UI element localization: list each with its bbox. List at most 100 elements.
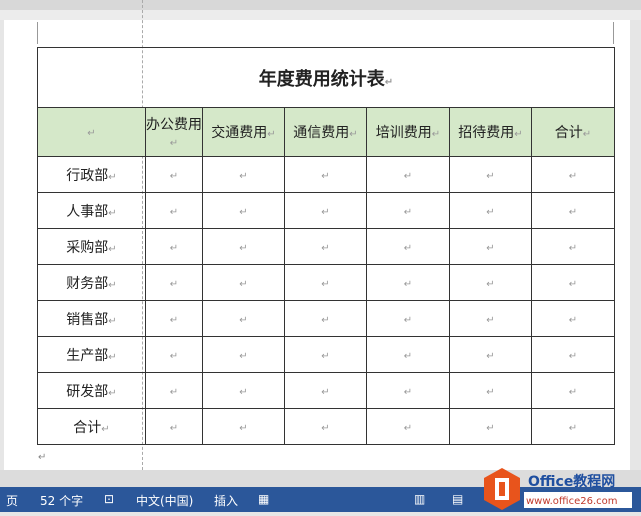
table-row: 销售部↵ ↵ ↵ ↵ ↵ ↵ ↵	[37, 300, 615, 337]
department-cell[interactable]: 研发部↵	[37, 372, 146, 409]
value-cell[interactable]: ↵	[531, 228, 615, 265]
value-cell[interactable]: ↵	[202, 192, 285, 229]
language[interactable]: 中文(中国)	[136, 492, 193, 509]
value-cell[interactable]: ↵	[449, 408, 532, 445]
value-cell[interactable]: ↵	[284, 228, 367, 265]
value-cell[interactable]: ↵	[366, 192, 450, 229]
paragraph-mark: ↵	[38, 452, 47, 463]
header-text: 交通费用	[211, 125, 268, 141]
value-cell[interactable]: ↵	[202, 156, 285, 193]
value-cell[interactable]: ↵	[531, 408, 615, 445]
department-name: 销售部	[66, 311, 109, 328]
header-text: 培训费用	[375, 125, 432, 141]
header-cell[interactable]: ↵	[37, 107, 146, 157]
value-cell[interactable]: ↵	[145, 264, 203, 301]
value-cell[interactable]: ↵	[202, 336, 285, 373]
department-name: 财务部	[66, 275, 109, 292]
department-cell[interactable]: 行政部↵	[37, 156, 146, 193]
value-cell[interactable]: ↵	[449, 300, 532, 337]
horizontal-ruler[interactable]	[0, 0, 641, 10]
value-cell[interactable]: ↵	[366, 300, 450, 337]
value-cell[interactable]: ↵	[145, 300, 203, 337]
value-cell[interactable]: ↵	[531, 192, 615, 229]
header-cell[interactable]: 招待费用↵	[449, 107, 532, 157]
header-cell[interactable]: 培训费用↵	[366, 107, 450, 157]
word-count[interactable]: 52 个字	[40, 492, 83, 509]
department-name: 行政部	[66, 167, 109, 184]
value-cell[interactable]: ↵	[284, 300, 367, 337]
value-cell[interactable]: ↵	[284, 156, 367, 193]
value-cell[interactable]: ↵	[531, 372, 615, 409]
table-row: 合计↵ ↵ ↵ ↵ ↵ ↵ ↵	[37, 408, 615, 445]
value-cell[interactable]: ↵	[284, 336, 367, 373]
value-cell[interactable]: ↵	[449, 336, 532, 373]
value-cell[interactable]: ↵	[202, 408, 285, 445]
value-cell[interactable]: ↵	[145, 156, 203, 193]
value-cell[interactable]: ↵	[531, 264, 615, 301]
value-cell[interactable]: ↵	[284, 408, 367, 445]
value-cell[interactable]: ↵	[284, 264, 367, 301]
svg-text:www.office26.com: www.office26.com	[526, 496, 618, 507]
page-indicator[interactable]: 页	[6, 492, 18, 509]
value-cell[interactable]: ↵	[284, 192, 367, 229]
read-mode-icon[interactable]: ▥	[414, 492, 425, 506]
value-cell[interactable]: ↵	[366, 228, 450, 265]
department-name: 采购部	[66, 239, 109, 256]
header-text: 办公费用	[146, 117, 202, 133]
value-cell[interactable]: ↵	[202, 228, 285, 265]
proofing-icon[interactable]: ⊡	[104, 492, 114, 506]
value-cell[interactable]: ↵	[202, 300, 285, 337]
title-text: 年度费用统计表	[258, 68, 385, 90]
insert-mode[interactable]: 插入	[214, 492, 238, 509]
value-cell[interactable]: ↵	[284, 372, 367, 409]
value-cell[interactable]: ↵	[202, 264, 285, 301]
header-text: 合计	[554, 125, 583, 141]
value-cell[interactable]: ↵	[449, 192, 532, 229]
department-name: 人事部	[66, 203, 109, 220]
value-cell[interactable]: ↵	[145, 336, 203, 373]
department-cell[interactable]: 销售部↵	[37, 300, 146, 337]
value-cell[interactable]: ↵	[449, 228, 532, 265]
table-row: 生产部↵ ↵ ↵ ↵ ↵ ↵ ↵	[37, 336, 615, 373]
department-name: 生产部	[66, 347, 109, 364]
value-cell[interactable]: ↵	[531, 336, 615, 373]
print-layout-icon[interactable]: ▤	[452, 492, 463, 506]
table-row: 采购部↵ ↵ ↵ ↵ ↵ ↵ ↵	[37, 228, 615, 265]
value-cell[interactable]: ↵	[145, 372, 203, 409]
value-cell[interactable]: ↵	[366, 336, 450, 373]
department-cell[interactable]: 合计↵	[37, 408, 146, 445]
value-cell[interactable]: ↵	[145, 228, 203, 265]
value-cell[interactable]: ↵	[366, 408, 450, 445]
department-cell[interactable]: 财务部↵	[37, 264, 146, 301]
value-cell[interactable]: ↵	[449, 156, 532, 193]
value-cell[interactable]: ↵	[202, 372, 285, 409]
value-cell[interactable]: ↵	[145, 192, 203, 229]
header-cell[interactable]: 通信费用↵	[284, 107, 367, 157]
header-text: 招待费用	[458, 125, 515, 141]
header-cell[interactable]: 交通费用↵	[202, 107, 285, 157]
header-cell[interactable]: 合计↵	[531, 107, 615, 157]
svg-text:Office教程网: Office教程网	[528, 473, 615, 490]
macro-icon[interactable]: ▦	[258, 492, 269, 506]
header-cell[interactable]: 办公费用↵	[145, 107, 203, 157]
value-cell[interactable]: ↵	[366, 156, 450, 193]
margin-mark	[37, 22, 38, 44]
value-cell[interactable]: ↵	[449, 264, 532, 301]
table-title[interactable]: 年度费用统计表↵	[37, 47, 615, 108]
value-cell[interactable]: ↵	[366, 264, 450, 301]
department-cell[interactable]: 采购部↵	[37, 228, 146, 265]
value-cell[interactable]: ↵	[366, 372, 450, 409]
margin-mark	[613, 22, 614, 44]
expense-table[interactable]: 年度费用统计表↵ ↵ 办公费用↵ 交通费用↵ 通信费用↵ 培训费用↵ 招待费用↵ 合计↵ 行…	[37, 47, 615, 445]
value-cell[interactable]: ↵	[449, 372, 532, 409]
value-cell[interactable]: ↵	[145, 408, 203, 445]
department-name: 合计	[73, 419, 102, 436]
header-text: 通信费用	[293, 125, 350, 141]
department-cell[interactable]: 生产部↵	[37, 336, 146, 373]
department-name: 研发部	[66, 383, 109, 400]
value-cell[interactable]: ↵	[531, 156, 615, 193]
table-row: 研发部↵ ↵ ↵ ↵ ↵ ↵ ↵	[37, 372, 615, 409]
watermark-logo: Office教程网 www.office26.com	[480, 466, 636, 512]
value-cell[interactable]: ↵	[531, 300, 615, 337]
department-cell[interactable]: 人事部↵	[37, 192, 146, 229]
